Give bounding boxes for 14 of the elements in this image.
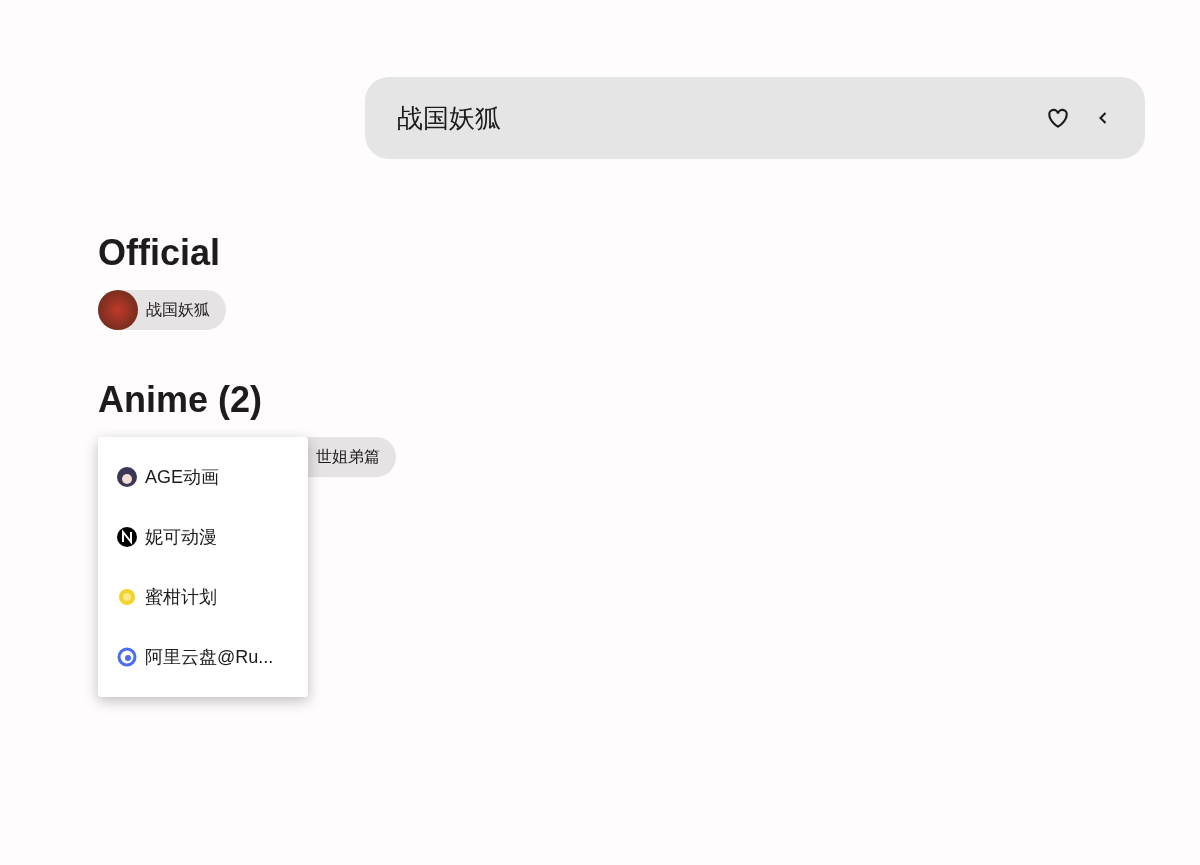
avatar-icon <box>117 467 137 487</box>
cloud-logo-icon <box>117 647 137 667</box>
search-bar[interactable]: 战国妖狐 <box>365 77 1145 159</box>
section-title: Official <box>98 231 222 275</box>
source-chip[interactable]: 战国妖狐 <box>98 290 226 330</box>
avatar-image <box>98 290 138 330</box>
search-text: 战国妖狐 <box>397 101 502 135</box>
section-title: Anime (2) <box>98 378 264 422</box>
menu-item[interactable]: AGE动画 <box>98 447 308 507</box>
menu-item[interactable]: 蜜柑计划 <box>98 567 308 627</box>
logo-icon <box>117 527 137 547</box>
menu-item[interactable]: 阿里云盘@Ru... <box>98 627 308 687</box>
menu-item[interactable]: 妮可动漫 <box>98 507 308 567</box>
citrus-icon <box>117 587 137 607</box>
